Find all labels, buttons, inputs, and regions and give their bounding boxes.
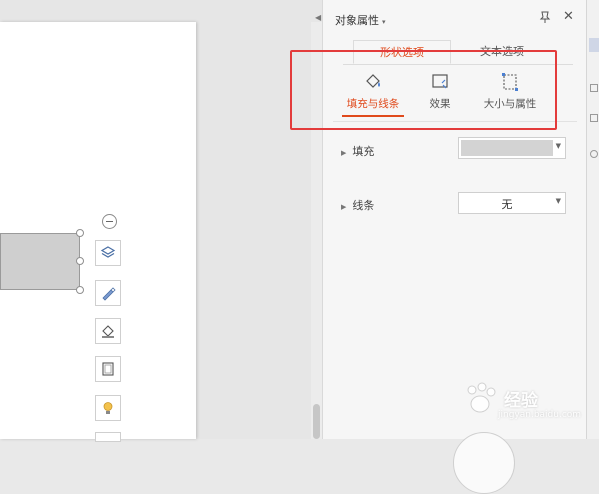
layer-tool-button[interactable] <box>95 240 121 266</box>
sidebar-item-icon[interactable] <box>590 150 598 158</box>
pin-icon[interactable] <box>538 10 552 24</box>
paint-bucket-icon <box>102 325 114 338</box>
fill-color-swatch <box>461 140 553 156</box>
lightbulb-icon <box>103 402 113 414</box>
sidebar-item-icon[interactable] <box>590 114 598 122</box>
fill-section-toggle[interactable]: ▶ 填充 <box>341 143 374 159</box>
collapse-toolbar-button[interactable] <box>102 214 117 229</box>
highlight-annotation-box <box>290 50 557 130</box>
chevron-down-icon: ▾ <box>382 18 386 26</box>
selected-rectangle-shape[interactable] <box>0 233 80 290</box>
frame-icon <box>102 362 114 376</box>
resize-handle-bottom-right[interactable] <box>76 286 84 294</box>
sidebar-item-icon[interactable] <box>590 84 598 92</box>
watermark: 经验 jingyan.baidu.com <box>458 378 588 428</box>
resize-handle-middle-right[interactable] <box>76 257 84 265</box>
expand-triangle-icon: ▶ <box>341 149 347 157</box>
fill-color-dropdown[interactable]: ▼ <box>458 137 566 159</box>
panel-title[interactable]: 对象属性 ▾ <box>335 12 386 28</box>
layers-icon <box>100 246 116 258</box>
frame-tool-button[interactable] <box>95 356 121 382</box>
chevron-down-icon: ▼ <box>555 197 561 205</box>
document-canvas <box>0 0 322 442</box>
more-tool-button[interactable] <box>95 432 121 442</box>
sidebar-active-item[interactable] <box>589 38 599 52</box>
right-sidebar-strip <box>586 0 599 439</box>
fill-label: 填充 <box>352 145 375 158</box>
collapse-panel-arrow-icon[interactable]: ◀ <box>315 13 321 22</box>
expand-triangle-icon: ▶ <box>341 203 347 211</box>
line-section-toggle[interactable]: ▶ 线条 <box>341 197 374 213</box>
outline-tool-button[interactable] <box>95 280 121 306</box>
watermark-url: jingyan.baidu.com <box>498 410 582 420</box>
fill-tool-button[interactable] <box>95 318 121 344</box>
watermark-text: 经验 <box>504 391 538 411</box>
tips-tool-button[interactable] <box>95 395 121 421</box>
floating-action-circle[interactable] <box>453 432 515 494</box>
panel-title-text: 对象属性 <box>335 14 379 27</box>
chevron-down-icon: ▼ <box>555 142 561 150</box>
scrollbar-thumb[interactable] <box>313 404 320 439</box>
line-style-value: 无 <box>501 198 513 211</box>
close-icon[interactable]: ✕ <box>563 10 574 23</box>
paw-logo-icon <box>467 382 496 413</box>
line-label: 线条 <box>352 199 375 212</box>
resize-handle-top-right[interactable] <box>76 229 84 237</box>
line-style-dropdown[interactable]: 无 ▼ <box>458 192 566 214</box>
pen-icon <box>102 287 116 301</box>
